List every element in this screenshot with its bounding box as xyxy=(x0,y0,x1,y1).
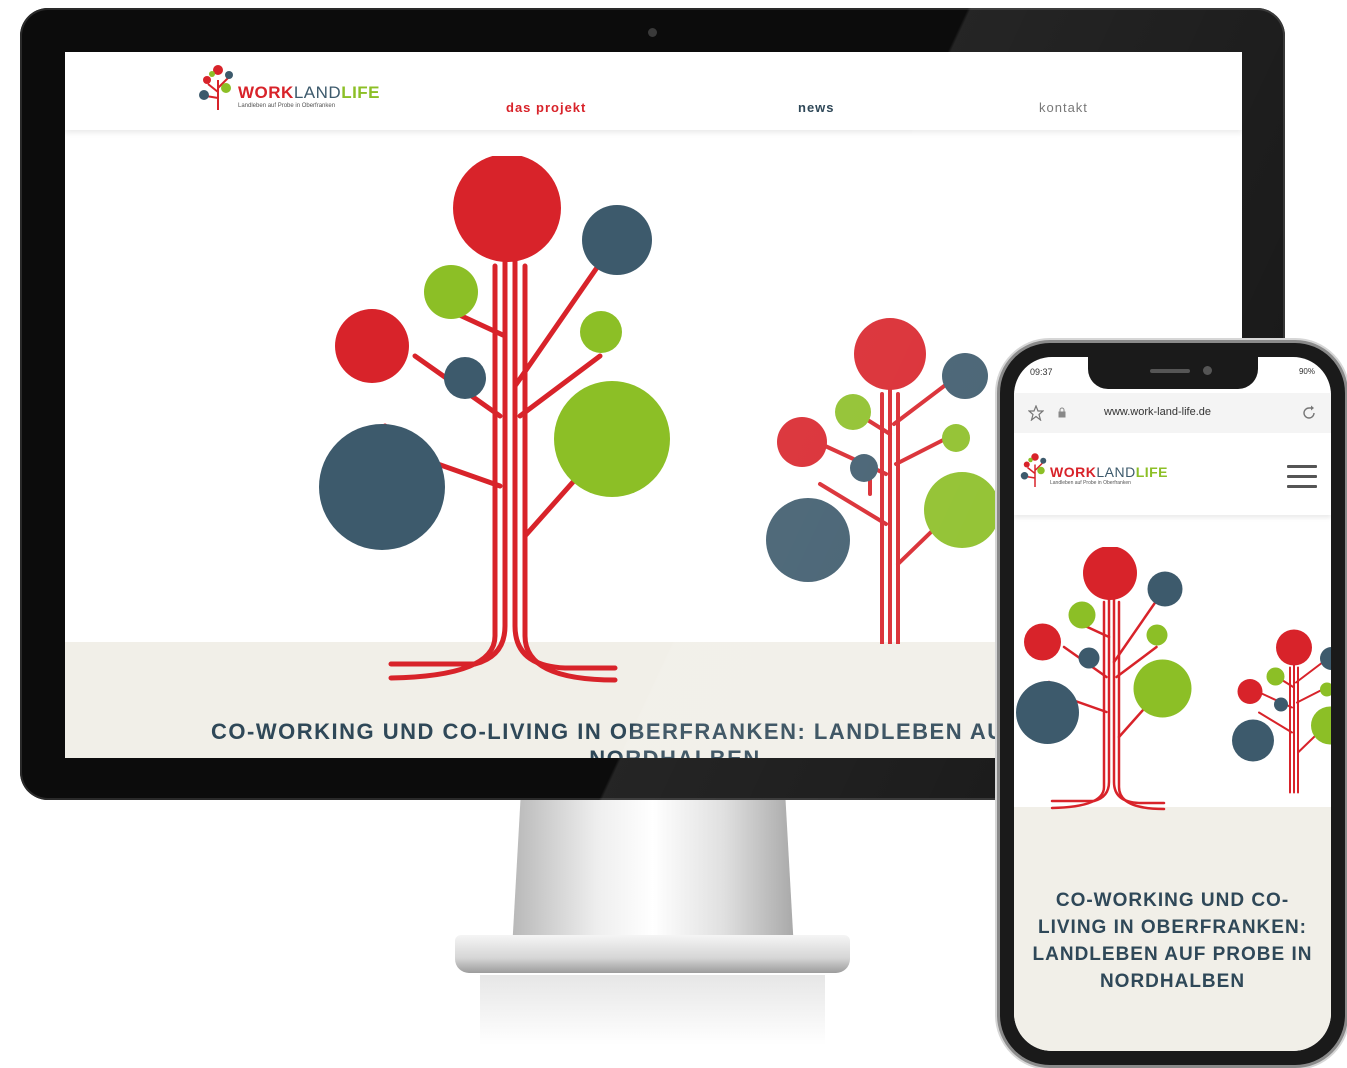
site-header: WORKLANDLIFE Landleben auf Probe in Ober… xyxy=(65,52,1242,130)
tree-circle xyxy=(766,498,850,582)
monitor-neck xyxy=(512,800,794,950)
tree-circle xyxy=(850,454,878,482)
url-field[interactable]: www.work-land-life.de xyxy=(1104,406,1211,418)
large-tree-illustration xyxy=(319,156,670,683)
status-time: 09:37 xyxy=(1030,367,1053,377)
nav-kontakt[interactable]: KONTAKT xyxy=(1039,100,1088,115)
mobile-site-logo[interactable]: WORKLANDLIFE Landleben auf Probe in Ober… xyxy=(1020,449,1168,489)
logo-tree-icon xyxy=(1020,453,1047,487)
hero-title: CO-WORKING UND CO-LIVING IN OBERFRANKEN:… xyxy=(211,719,1061,758)
tree-circle xyxy=(924,472,1000,548)
mobile-large-tree xyxy=(1016,547,1192,811)
site-logo[interactable]: WORKLANDLIFE Landleben auf Probe in Ober… xyxy=(198,62,380,110)
lock-icon xyxy=(1058,407,1066,418)
tree-circle xyxy=(319,424,445,550)
star-icon[interactable] xyxy=(1028,405,1044,421)
tree-circle xyxy=(554,381,670,497)
tree-circle xyxy=(424,265,478,319)
tree-circle xyxy=(582,205,652,275)
status-battery: 90% xyxy=(1298,367,1315,376)
speaker-grill xyxy=(1150,369,1190,373)
tree-circle xyxy=(444,357,486,399)
phone-notch xyxy=(1088,357,1258,389)
smartphone: 09:37 90% www.work-land-life.de WORKLAND… xyxy=(1000,343,1345,1065)
logo-tagline: Landleben auf Probe in Oberfranken xyxy=(238,103,336,109)
nav-news[interactable]: NEWS xyxy=(798,100,835,115)
nav-das-projekt[interactable]: DAS PROJEKT xyxy=(506,100,586,115)
monitor-base xyxy=(455,935,850,973)
hamburger-menu-icon[interactable] xyxy=(1287,465,1317,488)
browser-address-bar: www.work-land-life.de xyxy=(1014,393,1331,434)
tree-circle xyxy=(942,424,970,452)
tree-circle xyxy=(453,156,561,262)
refresh-icon[interactable] xyxy=(1301,405,1317,421)
tree-circle xyxy=(942,353,988,399)
tree-circle xyxy=(854,318,926,390)
logo-tree-icon xyxy=(199,65,233,110)
phone-screen: 09:37 90% www.work-land-life.de WORKLAND… xyxy=(1014,357,1331,1051)
mobile-site-header: WORKLANDLIFE Landleben auf Probe in Ober… xyxy=(1014,433,1331,515)
mobile-hero-title: CO-WORKING UND CO-LIVING IN OBERFRANKEN:… xyxy=(1032,890,1313,992)
tree-circle xyxy=(777,417,827,467)
tree-circle xyxy=(835,394,871,430)
tree-circle xyxy=(580,311,622,353)
front-camera xyxy=(1203,366,1212,375)
logo-wordmark: WORKLANDLIFE xyxy=(238,83,381,102)
small-tree-illustration xyxy=(766,318,1000,644)
monitor-reflection xyxy=(480,975,825,1045)
mobile-small-tree xyxy=(1232,629,1331,794)
monitor-camera xyxy=(648,28,657,37)
tree-circle xyxy=(335,309,409,383)
logo-wordmark: WORKLANDLIFE xyxy=(1050,464,1169,480)
logo-tagline: Landleben auf Probe in Oberfranken xyxy=(1050,480,1131,486)
